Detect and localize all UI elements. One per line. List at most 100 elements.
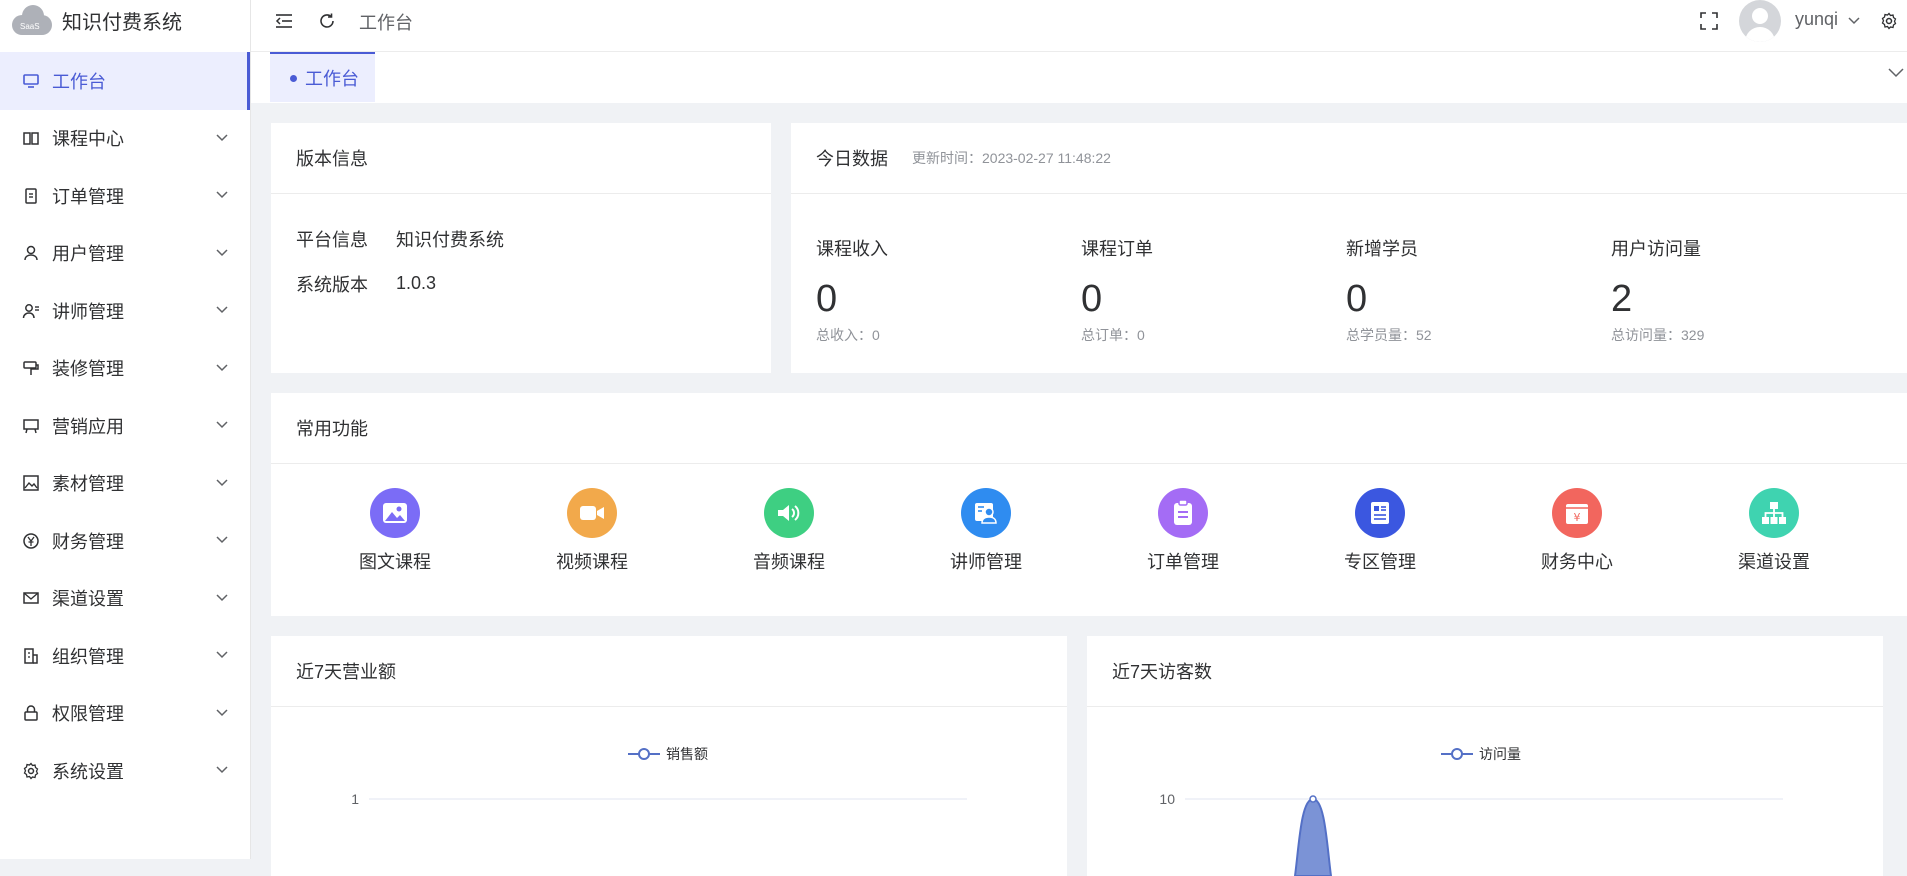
stat-course-orders: 课程订单 0 总订单：0 — [1081, 235, 1153, 345]
avatar[interactable] — [1739, 0, 1781, 42]
sidebar-item-label: 讲师管理 — [52, 301, 124, 322]
sidebar-item-label: 课程中心 — [52, 129, 124, 150]
sidebar-item-organization[interactable]: 组织管理 — [0, 627, 250, 685]
chevron-down-icon — [216, 191, 228, 199]
chevron-down-icon — [216, 708, 228, 716]
collapse-menu-icon[interactable] — [273, 10, 295, 32]
sidebar-item-orders[interactable]: 订单管理 — [0, 167, 250, 225]
function-label: 财务中心 — [1541, 552, 1613, 572]
sidebar-item-channels[interactable]: 渠道设置 — [0, 570, 250, 628]
sidebar-item-permissions[interactable]: 权限管理 — [0, 685, 250, 743]
stat-value: 0 — [1346, 278, 1368, 320]
tags-bar: 工作台 — [251, 52, 1907, 103]
chevron-down-icon[interactable] — [1885, 68, 1907, 78]
picture-icon — [370, 488, 420, 538]
active-dot — [290, 74, 297, 82]
legend-label: 访问量 — [1479, 746, 1521, 762]
y-tick-label: 1 — [351, 791, 359, 807]
chevron-down-icon — [216, 478, 228, 486]
hierarchy-icon — [1749, 488, 1799, 538]
stat-new-students: 新增学员 0 总学员量：52 — [1346, 235, 1432, 345]
finance-icon: ¥ — [1552, 488, 1602, 538]
info-key: 系统版本 — [296, 274, 368, 295]
settings-icon[interactable] — [1878, 10, 1900, 32]
chevron-down-icon — [216, 421, 228, 429]
sidebar-item-label: 用户管理 — [52, 244, 124, 265]
refresh-icon[interactable] — [316, 10, 338, 32]
chart-legend[interactable]: 访问量 — [1441, 744, 1521, 764]
chevron-down-icon — [216, 133, 228, 141]
newspaper-icon — [1355, 488, 1405, 538]
info-row-platform: 平台信息 知识付费系统 — [296, 216, 771, 261]
sidebar-item-materials[interactable]: 素材管理 — [0, 455, 250, 513]
function-audio-course[interactable]: 音频课程 — [739, 488, 839, 574]
mail-icon — [22, 589, 40, 607]
paint-icon — [22, 359, 40, 377]
sidebar-item-users[interactable]: 用户管理 — [0, 225, 250, 283]
stat-sub: 总收入：0 — [816, 327, 880, 343]
card-title: 版本信息 — [296, 149, 368, 169]
breadcrumb: 工作台 — [359, 13, 413, 33]
sidebar-item-label: 素材管理 — [52, 474, 124, 495]
visitor-area-peak — [1293, 797, 1333, 876]
info-value: 1.0.3 — [396, 273, 437, 293]
function-order-management[interactable]: 订单管理 — [1133, 488, 1233, 574]
chevron-down-icon — [216, 248, 228, 256]
sidebar-item-label: 渠道设置 — [52, 589, 124, 610]
logo: SaaS 知识付费系统 — [0, 0, 250, 40]
user-icon — [22, 244, 40, 262]
svg-text:¥: ¥ — [1574, 511, 1581, 524]
sales-chart-card: 近7天营业额 销售额 1 — [271, 636, 1067, 876]
sidebar-item-decoration[interactable]: 装修管理 — [0, 340, 250, 398]
chevron-down-icon — [216, 363, 228, 371]
sidebar-item-course-center[interactable]: 课程中心 — [0, 110, 250, 168]
chevron-down-icon[interactable] — [1848, 17, 1860, 25]
function-label: 订单管理 — [1147, 552, 1219, 572]
function-video-course[interactable]: 视频课程 — [542, 488, 642, 574]
info-value: 知识付费系统 — [396, 229, 504, 250]
legend-label: 销售额 — [666, 746, 708, 762]
sidebar-item-label: 订单管理 — [52, 186, 124, 207]
order-icon — [22, 187, 40, 205]
stat-label: 用户访问量 — [1611, 239, 1701, 259]
stat-value: 2 — [1611, 278, 1633, 320]
yen-icon — [22, 532, 40, 550]
today-data-card: 今日数据 更新时间：2023-02-27 11:48:22 课程收入 0 总收入… — [791, 123, 1907, 373]
tab-workbench[interactable]: 工作台 — [270, 52, 375, 102]
sidebar-item-workbench[interactable]: 工作台 — [0, 52, 250, 110]
sidebar-item-label: 财务管理 — [52, 531, 124, 552]
card-title: 今日数据 — [816, 149, 888, 169]
function-label: 渠道设置 — [1738, 552, 1810, 572]
fullscreen-icon[interactable] — [1698, 10, 1720, 32]
image-icon — [22, 474, 40, 492]
stat-user-visits: 用户访问量 2 总访问量：329 — [1611, 235, 1704, 345]
chevron-down-icon — [216, 651, 228, 659]
cloud-logo-icon: SaaS — [12, 5, 52, 35]
function-channel-settings[interactable]: 渠道设置 — [1724, 488, 1824, 574]
stat-label: 课程订单 — [1081, 239, 1153, 259]
function-lecturer-management[interactable]: 讲师管理 — [936, 488, 1036, 574]
function-image-text-course[interactable]: 图文课程 — [345, 488, 445, 574]
legend-line-icon — [1441, 748, 1473, 760]
data-point — [1309, 795, 1317, 803]
audio-icon — [764, 488, 814, 538]
function-label: 图文课程 — [359, 552, 431, 572]
username[interactable]: yunqi — [1795, 9, 1838, 30]
tab-label: 工作台 — [305, 69, 359, 89]
sidebar-item-label: 系统设置 — [52, 761, 124, 782]
function-finance-center[interactable]: ¥ 财务中心 — [1527, 488, 1627, 574]
teacher-icon — [22, 302, 40, 320]
stat-course-income: 课程收入 0 总收入：0 — [816, 235, 888, 345]
clipboard-icon — [1158, 488, 1208, 538]
chevron-down-icon — [216, 306, 228, 314]
chevron-down-icon — [216, 536, 228, 544]
sidebar-item-marketing[interactable]: 营销应用 — [0, 397, 250, 455]
sidebar-item-system-settings[interactable]: 系统设置 — [0, 742, 250, 800]
sidebar-item-finance[interactable]: 财务管理 — [0, 512, 250, 570]
chevron-down-icon — [216, 593, 228, 601]
function-zone-management[interactable]: 专区管理 — [1330, 488, 1430, 574]
update-time: 更新时间：2023-02-27 11:48:22 — [912, 150, 1111, 166]
visitor-chart-card: 近7天访客数 访问量 10 — [1087, 636, 1883, 876]
sidebar-item-teachers[interactable]: 讲师管理 — [0, 282, 250, 340]
chart-legend[interactable]: 销售额 — [628, 744, 708, 764]
